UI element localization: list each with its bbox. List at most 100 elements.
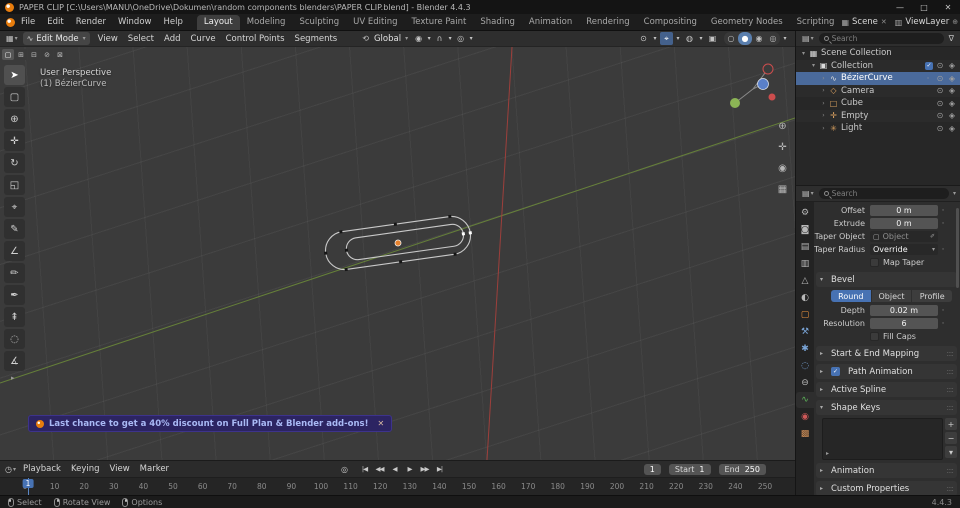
- toggle-orthographic-icon[interactable]: ▦: [775, 182, 790, 197]
- hide-in-viewport-icon[interactable]: ⊙: [935, 61, 945, 70]
- jump-to-start-button[interactable]: |◀: [358, 463, 371, 475]
- snap-dropdown[interactable]: ▾: [446, 32, 454, 45]
- select-set-button[interactable]: ▢: [2, 49, 14, 60]
- pan-icon[interactable]: ✛: [775, 140, 790, 155]
- menu-file[interactable]: File: [15, 17, 41, 27]
- gizmos-toggle-dropdown[interactable]: ▾: [674, 32, 682, 45]
- panel-header-shape-keys[interactable]: ▾ Shape Keys::::: [816, 400, 957, 415]
- properties-tab-tool[interactable]: ⚙: [796, 205, 814, 221]
- scene-selector[interactable]: ▦ Scene ✕: [841, 17, 886, 27]
- chevron-down-icon[interactable]: ▾: [953, 190, 956, 197]
- animate-decorator[interactable]: ·: [938, 245, 948, 255]
- selectable-icon[interactable]: ·: [923, 74, 933, 83]
- panel-header-active-spline[interactable]: ▸ Active Spline::::: [816, 382, 957, 397]
- workspace-tab-scripting[interactable]: Scripting: [790, 15, 842, 30]
- menu-view[interactable]: View: [105, 464, 135, 474]
- tool-tweak[interactable]: ➤: [4, 65, 25, 85]
- minimize-button[interactable]: —: [888, 0, 912, 14]
- panel-header-bevel[interactable]: ▾ Bevel: [816, 272, 957, 287]
- properties-tab-material[interactable]: ◉: [796, 409, 814, 425]
- auto-keying-toggle[interactable]: ◎: [338, 463, 351, 476]
- viewport-canvas[interactable]: [0, 47, 795, 460]
- properties-tab-scene[interactable]: △: [796, 273, 814, 289]
- expander-icon[interactable]: ›: [819, 87, 828, 94]
- snap-toggle[interactable]: ∩: [433, 32, 446, 45]
- tool-select-box[interactable]: ▢: [4, 87, 25, 107]
- filter-icon[interactable]: ∇: [947, 34, 956, 43]
- animate-decorator[interactable]: ·: [938, 206, 948, 216]
- select-extend-button[interactable]: ⊞: [15, 49, 27, 60]
- tool-scale[interactable]: ◱: [4, 175, 25, 195]
- properties-tab-physics[interactable]: ◌: [796, 358, 814, 374]
- properties-tab-particles[interactable]: ✱: [796, 341, 814, 357]
- current-frame-field[interactable]: 1: [643, 463, 661, 475]
- tool-transform[interactable]: ⌖: [4, 197, 25, 217]
- disable-in-renders-icon[interactable]: ◈: [947, 74, 957, 83]
- properties-tab-constraints[interactable]: ⊖: [796, 375, 814, 391]
- expander-icon[interactable]: ›: [819, 75, 828, 82]
- panel-header-start-end-mapping[interactable]: ▸ Start & End Mapping::::: [816, 346, 957, 361]
- workspace-tab-compositing[interactable]: Compositing: [637, 15, 704, 30]
- play-reverse-button[interactable]: ◀: [388, 463, 401, 475]
- menu-marker[interactable]: Marker: [135, 464, 174, 474]
- shading-dropdown[interactable]: ▾: [781, 32, 789, 45]
- menu-render[interactable]: Render: [70, 17, 112, 27]
- workspace-tab-shading[interactable]: Shading: [473, 15, 522, 30]
- animate-decorator[interactable]: ·: [938, 219, 948, 229]
- axis-x-neg-handle[interactable]: [768, 93, 776, 101]
- hide-in-viewport-icon[interactable]: ⊙: [935, 99, 945, 108]
- viewlayer-selector[interactable]: ▥ ViewLayer ⊕: [895, 17, 958, 27]
- panel-header-custom-properties[interactable]: ▸ Custom Properties::::: [816, 481, 957, 495]
- shading-rendered[interactable]: ◎: [766, 32, 780, 45]
- bevel-tab-object[interactable]: Object: [871, 290, 912, 302]
- navigation-gizmo[interactable]: [725, 59, 781, 117]
- tool-cursor[interactable]: ⊕: [4, 109, 25, 129]
- properties-tab-object[interactable]: ▢: [796, 307, 814, 323]
- timeline-ruler[interactable]: 0102030405060708090100110120130140150160…: [0, 477, 795, 495]
- hide-in-viewport-icon[interactable]: ⊙: [935, 124, 945, 133]
- select-intersect-button[interactable]: ⊠: [54, 49, 66, 60]
- expander-icon[interactable]: ›: [819, 125, 828, 132]
- disable-in-renders-icon[interactable]: ◈: [947, 86, 957, 95]
- tool-tilt[interactable]: ∡: [4, 351, 25, 371]
- overlays-toggle[interactable]: ◍: [683, 32, 696, 45]
- workspace-tab-sculpting[interactable]: Sculpting: [292, 15, 346, 30]
- outliner-row-empty[interactable]: › ✛ Empty ⊙ ◈: [796, 109, 960, 122]
- menu-window[interactable]: Window: [112, 17, 158, 27]
- outliner-search-input[interactable]: Search: [818, 33, 944, 44]
- notification-banner[interactable]: Last chance to get a 40% discount on Ful…: [28, 415, 393, 432]
- panel-header-path-animation[interactable]: ▸ ✓ Path Animation::::: [816, 364, 957, 379]
- viewlayer-new-icon[interactable]: ⊕: [952, 18, 958, 26]
- maximize-button[interactable]: □: [912, 0, 936, 14]
- disable-in-renders-icon[interactable]: ◈: [947, 99, 957, 108]
- disable-in-renders-icon[interactable]: ◈: [947, 61, 957, 70]
- menu-control-points[interactable]: Control Points: [221, 34, 290, 44]
- scene-unlink-icon[interactable]: ✕: [881, 18, 887, 26]
- overlays-toggle-dropdown[interactable]: ▾: [697, 32, 705, 45]
- workspace-tab-rendering[interactable]: Rendering: [579, 15, 636, 30]
- checkbox-map-taper[interactable]: [870, 258, 879, 267]
- animate-decorator[interactable]: ·: [938, 306, 948, 316]
- tool-measure[interactable]: ∠: [4, 241, 25, 261]
- value-field-extrude[interactable]: 0 m: [870, 218, 938, 229]
- editor-type-icon[interactable]: ▦ ▾: [4, 34, 20, 43]
- disable-in-renders-icon[interactable]: ◈: [947, 111, 957, 120]
- expander-icon[interactable]: ▾: [799, 50, 808, 57]
- outliner-row-light[interactable]: › ✳ Light ⊙ ◈: [796, 122, 960, 135]
- viewport-3d[interactable]: ▦ ▾ ∿ Edit Mode ▾ View Select Add Curve Contr…: [0, 31, 795, 460]
- outliner-row-cube[interactable]: › □ Cube ⊙ ◈: [796, 97, 960, 110]
- tool-rotate[interactable]: ↻: [4, 153, 25, 173]
- eyedropper-icon[interactable]: ✐: [930, 233, 935, 240]
- add-shape-key-button[interactable]: +: [945, 418, 957, 430]
- outliner-row-scene-collection[interactable]: ▾ ▦ Scene Collection: [796, 47, 960, 60]
- menu-keying[interactable]: Keying: [66, 464, 105, 474]
- close-icon[interactable]: ✕: [377, 419, 384, 428]
- expander-icon[interactable]: ›: [819, 100, 828, 107]
- mode-selector[interactable]: ∿ Edit Mode ▾: [22, 32, 90, 45]
- blender-menu-icon[interactable]: [6, 17, 15, 27]
- pivot-point-dropdown[interactable]: ▾: [425, 32, 433, 45]
- expander-icon[interactable]: ▾: [809, 62, 818, 69]
- value-field-resolution[interactable]: 6: [870, 318, 938, 329]
- tool-radius[interactable]: ◌: [4, 329, 25, 349]
- menu-add[interactable]: Add: [159, 34, 185, 44]
